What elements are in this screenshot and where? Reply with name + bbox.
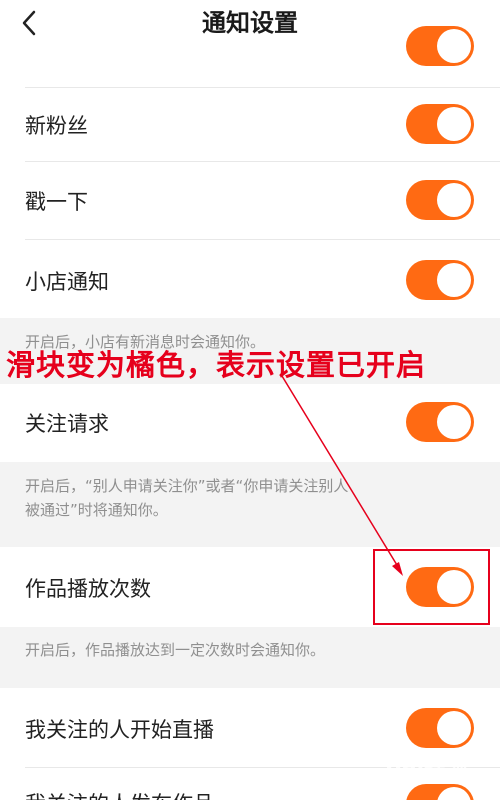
annotation-highlight-box — [373, 549, 490, 625]
watermark: Bai经验 — [385, 754, 469, 779]
annotation-arrow — [281, 375, 403, 576]
